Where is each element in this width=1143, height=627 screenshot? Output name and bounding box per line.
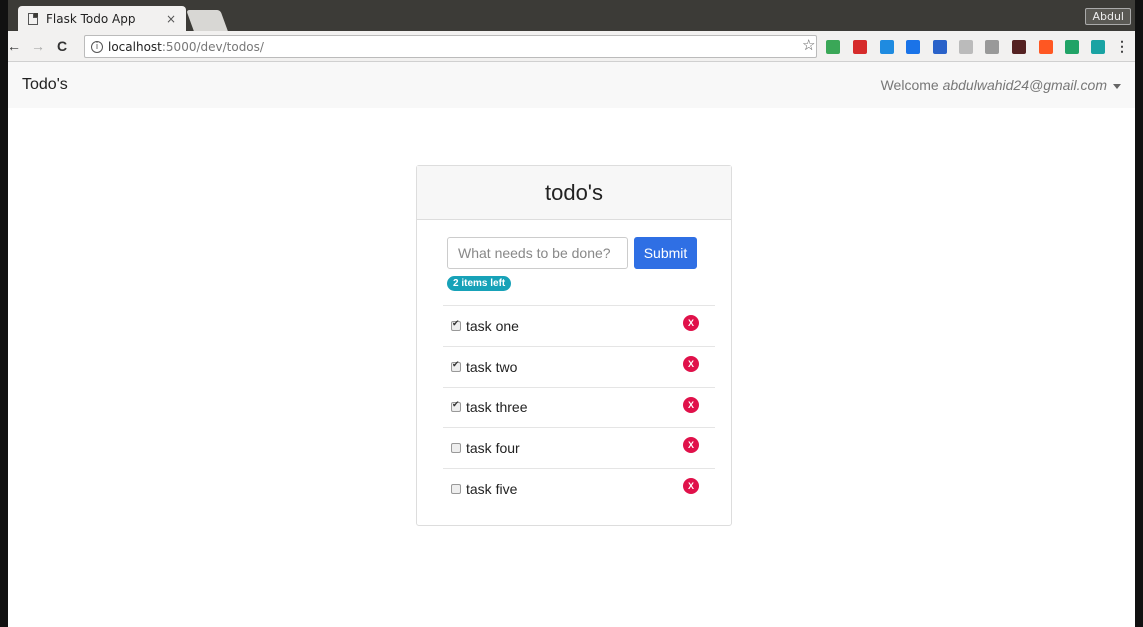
extension-icon[interactable] <box>1091 40 1105 54</box>
brand-link[interactable]: Todo's <box>22 76 68 94</box>
extension-icon[interactable] <box>985 40 999 54</box>
todo-item: task two X <box>443 345 715 387</box>
delete-button[interactable]: X <box>683 478 699 495</box>
browser-toolbar: ← → C i localhost:5000/dev/todos/ ☆ ⋮ <box>0 31 1143 62</box>
url-path: :5000/dev/todos/ <box>161 39 264 54</box>
new-tab-button[interactable] <box>186 10 228 31</box>
card-title: todo's <box>417 166 731 220</box>
delete-button[interactable]: X <box>683 355 699 372</box>
forward-icon[interactable]: → <box>28 38 48 54</box>
todo-form: Submit <box>447 237 697 269</box>
back-icon[interactable]: ← <box>4 38 24 54</box>
reload-icon[interactable]: C <box>52 38 72 54</box>
todo-text: task one <box>466 317 519 334</box>
extension-icon[interactable] <box>959 40 973 54</box>
todo-item: task five X <box>443 468 715 509</box>
todo-checkbox[interactable] <box>451 443 461 454</box>
todo-text: task three <box>466 399 528 416</box>
bookmark-star-icon[interactable]: ☆ <box>802 36 815 54</box>
browser-titlebar: Flask Todo App × Abdul <box>0 0 1143 31</box>
extension-icon[interactable] <box>853 40 867 54</box>
todo-item: task three X <box>443 386 715 428</box>
todo-checkbox[interactable] <box>451 400 461 413</box>
tab-title: Flask Todo App <box>46 11 136 26</box>
items-left-badge: 2 items left <box>447 276 512 291</box>
delete-button[interactable]: X <box>683 396 699 413</box>
delete-button[interactable]: X <box>683 315 699 331</box>
todo-text: task two <box>466 358 518 375</box>
welcome-text: Welcome <box>880 77 943 93</box>
info-icon[interactable]: i <box>91 40 103 53</box>
todo-item: task four X <box>443 427 715 468</box>
page-icon <box>28 12 38 25</box>
profile-button[interactable]: Abdul <box>1085 8 1131 25</box>
todo-input[interactable] <box>447 237 628 269</box>
extension-icon[interactable] <box>880 40 894 54</box>
extension-icon[interactable] <box>1039 40 1053 54</box>
todo-text: task five <box>466 481 518 498</box>
todo-list: task one Xtask two Xtask three Xtask four Xt… <box>443 305 715 509</box>
todo-checkbox[interactable] <box>451 319 461 331</box>
todo-card: todo's Submit 2 items left task one Xtask… <box>416 165 732 526</box>
caret-down-icon <box>1113 83 1121 89</box>
extension-icon[interactable] <box>906 40 920 54</box>
todo-item: task one X <box>443 305 715 346</box>
user-email: abdulwahid24@gmail.com <box>942 77 1107 93</box>
extension-icon[interactable] <box>933 40 947 54</box>
app-navbar: Todo's Welcome abdulwahid24@gmail.com <box>8 62 1135 108</box>
todo-checkbox[interactable] <box>451 360 461 372</box>
url-host: localhost <box>108 39 162 54</box>
close-icon[interactable]: × <box>166 12 176 26</box>
browser-menu-icon[interactable]: ⋮ <box>1115 38 1129 55</box>
submit-button[interactable]: Submit <box>634 237 697 269</box>
address-bar[interactable]: i localhost:5000/dev/todos/ <box>84 35 817 58</box>
extension-icon[interactable] <box>1012 40 1026 54</box>
extension-icon[interactable] <box>1065 40 1079 54</box>
user-dropdown[interactable]: Welcome abdulwahid24@gmail.com <box>881 77 1121 93</box>
todo-checkbox[interactable] <box>451 484 461 495</box>
browser-tab[interactable]: Flask Todo App × <box>18 6 186 31</box>
delete-button[interactable]: X <box>683 437 699 454</box>
todo-text: task four <box>466 440 520 457</box>
extension-icon[interactable] <box>826 40 840 54</box>
